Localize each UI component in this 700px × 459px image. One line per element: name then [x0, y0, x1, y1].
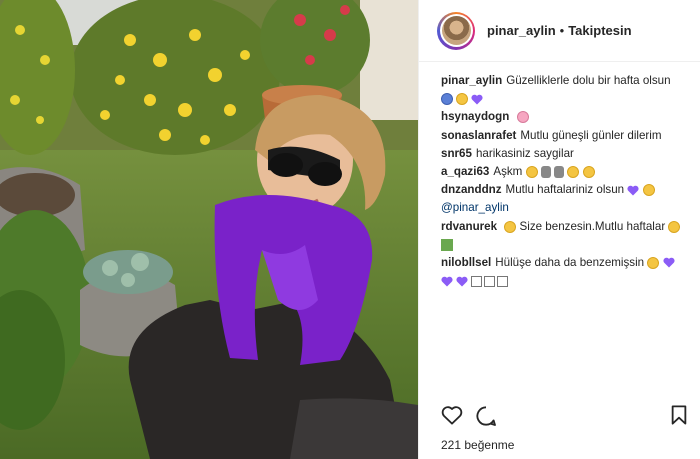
comment-text: Mutlu güneşli günler dilerim	[520, 128, 662, 142]
comment: pinar_aylin Güzelliklerle dolu bir hafta …	[441, 72, 692, 90]
post-sidebar: pinar_aylin • Takiptesin pinar_aylin Güze…	[418, 0, 700, 459]
flower-emoji-icon	[516, 111, 529, 124]
comment-username[interactable]: hsynaydogn	[441, 110, 509, 123]
comment-username[interactable]: rdvanurek	[441, 220, 497, 233]
emoji-icon	[525, 165, 538, 178]
emoji-icon	[668, 220, 681, 233]
header-username[interactable]: pinar_aylin	[487, 23, 556, 38]
house-emoji-icon	[441, 238, 453, 251]
unrendered-glyph-icon	[497, 275, 509, 287]
comment: sonaslanrafet Mutlu güneşli günler dileri…	[441, 127, 692, 145]
emoji-icon	[647, 256, 660, 269]
comment: nilobllsel Hülüşe daha da benzemişsin	[441, 254, 692, 290]
unrendered-glyph-icon	[471, 275, 483, 287]
comment-username[interactable]: a_qazi63	[441, 165, 489, 178]
comment-username[interactable]: nilobllsel	[441, 256, 491, 269]
bookmark-icon[interactable]	[670, 405, 688, 425]
comment-username[interactable]: pinar_aylin	[441, 74, 502, 87]
comment-username[interactable]: sonaslanrafet	[441, 129, 516, 142]
microphone-icon	[540, 165, 551, 178]
likes-count[interactable]: 221 beğenme	[441, 438, 514, 452]
glasses-emoji-icon	[456, 93, 469, 106]
follow-status[interactable]: Takiptesin	[568, 23, 631, 38]
comments-list: pinar_aylin Güzelliklerle dolu bir hafta …	[441, 72, 692, 290]
emoji-icon	[504, 220, 517, 233]
photo-illustration	[0, 0, 418, 459]
microphone-icon	[554, 165, 565, 178]
comment: a_qazi63 Aşkm	[441, 163, 692, 181]
heart-icon[interactable]	[441, 405, 463, 425]
comment-mention[interactable]: @pinar_aylin	[441, 201, 509, 214]
comment: rdvanurek Size benzesin.Mutlu haftalar	[441, 218, 692, 254]
comment-emojis	[441, 90, 692, 108]
comment: dnzanddnz Mutlu haftalariniz olsun @pinar…	[441, 181, 692, 217]
comment-text: Size benzesin.Mutlu haftalar	[519, 219, 666, 233]
separator-dot: •	[559, 23, 565, 38]
avatar-image	[441, 16, 471, 45]
comment: snr65 harikasiniz saygilar	[441, 145, 692, 163]
comment: hsynaydogn	[441, 108, 692, 126]
post-header: pinar_aylin • Takiptesin	[419, 0, 700, 62]
comment-text: Aşkm	[493, 165, 523, 179]
smiling-emoji-icon	[642, 184, 655, 197]
likes-label: beğenme	[464, 438, 515, 452]
purple-heart-icon	[471, 94, 484, 105]
comment-username[interactable]: snr65	[441, 147, 472, 160]
post-photo[interactable]	[0, 0, 418, 459]
comment-text: harikasiniz saygilar	[475, 146, 574, 160]
avatar[interactable]	[437, 11, 475, 50]
emoji-icon	[582, 165, 595, 178]
purple-heart-icon	[663, 258, 675, 268]
action-bar	[441, 405, 688, 433]
comment-icon[interactable]	[475, 405, 497, 427]
comment-text: Mutlu haftalariniz olsun	[505, 183, 625, 197]
purple-heart-icon	[456, 276, 468, 287]
comment-text: Güzelliklerle dolu bir hafta olsun	[506, 74, 671, 87]
emoji-icon	[567, 165, 580, 178]
purple-heart-icon	[627, 185, 639, 196]
comment-username[interactable]: dnzanddnz	[441, 183, 502, 196]
likes-number: 221	[441, 438, 462, 452]
purple-heart-icon	[441, 276, 453, 287]
comment-text: Hülüşe daha da benzemişsin	[495, 256, 645, 270]
instagram-post: pinar_aylin • Takiptesin pinar_aylin Güze…	[0, 0, 700, 459]
person-emoji-icon	[441, 93, 453, 106]
unrendered-glyph-icon	[484, 275, 496, 287]
